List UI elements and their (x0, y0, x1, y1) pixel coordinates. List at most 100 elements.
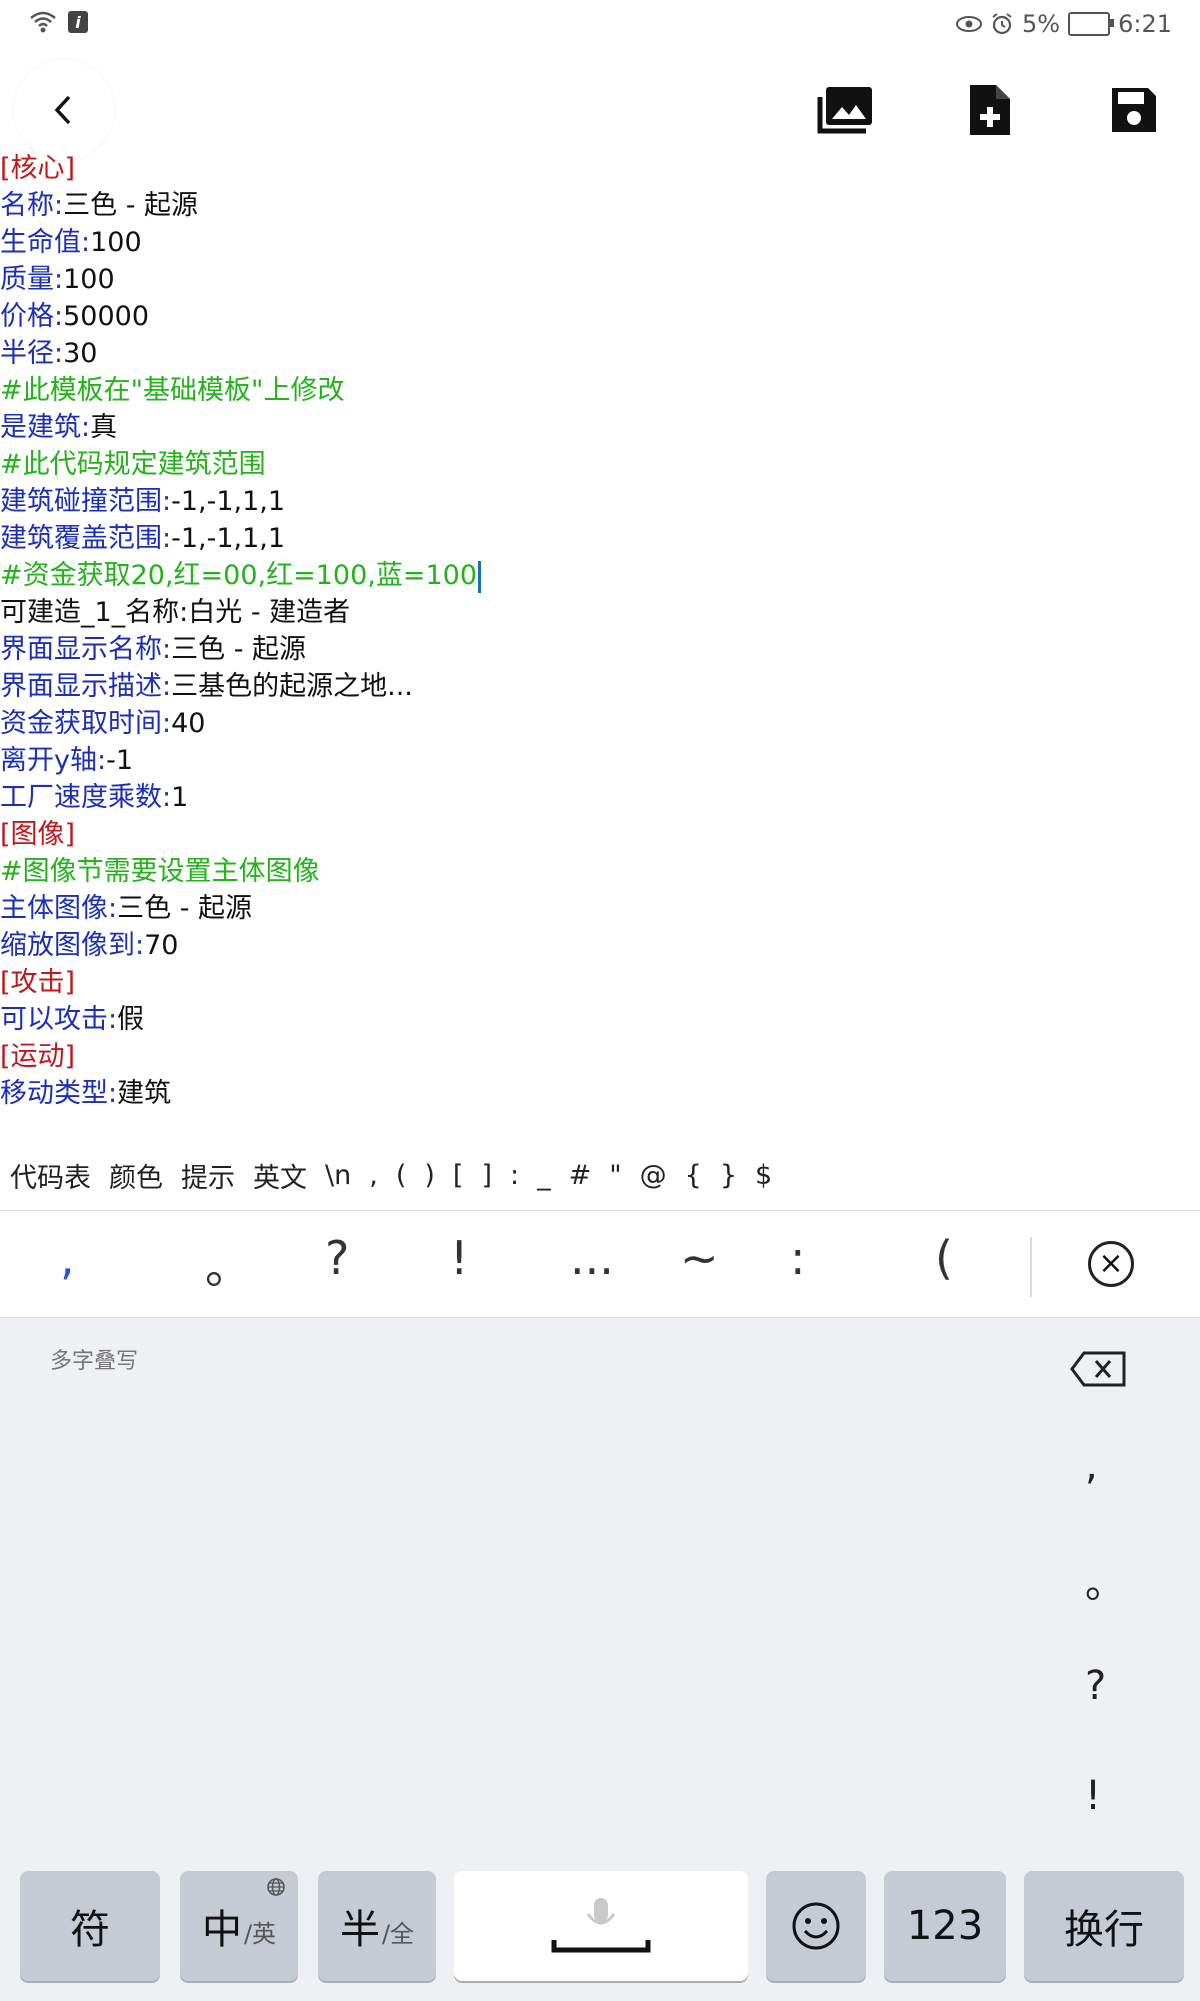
code-value: 50000 (63, 301, 150, 332)
code-line[interactable]: 资金获取时间:40 (0, 705, 1200, 742)
symbol-shortcut[interactable]: , (369, 1160, 378, 1191)
code-line[interactable]: [核心] (0, 150, 1200, 187)
gallery-button[interactable] (796, 60, 896, 160)
punctuation-key[interactable]: ! (1085, 1773, 1101, 1819)
symbol-key[interactable]: 符 (20, 1871, 160, 1981)
backspace-icon[interactable] (1070, 1351, 1128, 1387)
code-separator: : (162, 671, 172, 702)
symbol-shortcut[interactable]: # (569, 1160, 592, 1191)
code-line[interactable]: 离开y轴:-1 (0, 742, 1200, 779)
code-line[interactable]: 缩放图像到:70 (0, 927, 1200, 964)
code-separator: : (54, 264, 64, 295)
candidate-item[interactable]: ... (570, 1231, 614, 1285)
symbol-shortcut[interactable]: 提示 (181, 1156, 235, 1195)
code-line[interactable]: 名称:三色 - 起源 (0, 187, 1200, 224)
candidate-item[interactable]: ~ (680, 1231, 719, 1285)
new-file-button[interactable] (940, 60, 1040, 160)
code-line[interactable]: 是建筑:真 (0, 409, 1200, 446)
candidate-item[interactable]: 。 (205, 1231, 251, 1297)
symbol-shortcut[interactable]: { (685, 1160, 702, 1191)
symbol-shortcut[interactable]: $ (755, 1160, 772, 1191)
code-line[interactable]: [图像] (0, 816, 1200, 853)
code-key: 质量 (0, 264, 54, 295)
code-line[interactable]: 质量:100 (0, 261, 1200, 298)
punctuation-key[interactable]: , (1085, 1443, 1098, 1489)
code-line[interactable]: #此模板在"基础模板"上修改 (0, 372, 1200, 409)
code-value: -1 (106, 745, 134, 776)
code-line[interactable]: 主体图像:三色 - 起源 (0, 890, 1200, 927)
lang-key-sub: /英 (243, 1919, 277, 1948)
close-candidates-icon[interactable]: × (1088, 1241, 1134, 1287)
symbol-shortcut[interactable]: _ (537, 1160, 551, 1191)
code-key: 工厂速度乘数 (0, 782, 162, 813)
code-line[interactable]: 可建造_1_名称:白光 - 建造者 (0, 594, 1200, 631)
half-full-width-key[interactable]: 半/全 (318, 1871, 436, 1981)
code-line[interactable]: 可以攻击:假 (0, 1001, 1200, 1038)
status-bar: i 5% 6:21 (0, 0, 1200, 48)
battery-percent: 5% (1022, 10, 1061, 38)
code-line[interactable]: 价格:50000 (0, 298, 1200, 335)
globe-icon (267, 1878, 285, 1896)
code-key: 可以攻击 (0, 1004, 108, 1035)
symbol-shortcut[interactable]: @ (640, 1160, 667, 1191)
emoji-key[interactable] (766, 1871, 866, 1981)
code-line[interactable]: 半径:30 (0, 335, 1200, 372)
code-line[interactable]: #图像节需要设置主体图像 (0, 853, 1200, 890)
save-button[interactable] (1084, 60, 1184, 160)
code-section-header: [核心] (0, 153, 76, 184)
code-value: 建筑 (117, 1078, 172, 1109)
symbol-shortcut[interactable]: 英文 (253, 1156, 307, 1195)
code-value: 三色 - 起源 (63, 190, 199, 221)
numeric-key[interactable]: 123 (884, 1871, 1006, 1981)
toolbar (0, 58, 1200, 148)
symbol-shortcut[interactable]: : (510, 1160, 519, 1191)
code-line[interactable]: 移动类型:建筑 (0, 1075, 1200, 1112)
code-line[interactable]: 工厂速度乘数:1 (0, 779, 1200, 816)
punctuation-key[interactable]: 。 (1085, 1551, 1125, 1609)
battery-icon (1068, 12, 1115, 36)
new-file-icon (970, 85, 1010, 135)
code-separator: : (81, 227, 91, 258)
symbol-shortcut[interactable]: " (609, 1160, 621, 1191)
symbol-shortcut[interactable]: ] (481, 1160, 492, 1191)
code-line[interactable]: 界面显示名称:三色 - 起源 (0, 631, 1200, 668)
code-line[interactable]: [运动] (0, 1038, 1200, 1075)
symbol-shortcut[interactable]: ) (424, 1160, 435, 1191)
code-line[interactable]: #资金获取20,红=00,红=100,蓝=100 (0, 557, 1200, 594)
symbol-shortcut[interactable]: } (720, 1160, 737, 1191)
code-separator: : (54, 190, 64, 221)
candidate-item[interactable]: : (790, 1231, 806, 1285)
symbol-shortcut[interactable]: 代码表 (10, 1156, 91, 1195)
code-section-header: [图像] (0, 819, 76, 850)
code-line[interactable]: [攻击] (0, 964, 1200, 1001)
lang-switch-key[interactable]: 中/英 (180, 1871, 298, 1981)
symbol-shortcut[interactable]: 颜色 (109, 1156, 163, 1195)
candidate-item[interactable]: ( (935, 1231, 953, 1285)
code-key: 主体图像 (0, 893, 108, 924)
symbol-shortcut[interactable]: \n (325, 1160, 351, 1191)
candidate-item[interactable]: ! (450, 1231, 468, 1285)
code-value: 30 (63, 338, 98, 369)
chevron-left-icon (54, 95, 71, 125)
code-separator: : (54, 338, 64, 369)
code-line[interactable]: #此代码规定建筑范围 (0, 446, 1200, 483)
code-line[interactable]: 界面显示描述:三基色的起源之地... (0, 668, 1200, 705)
code-comment: #此代码规定建筑范围 (0, 449, 266, 480)
code-editor[interactable]: [核心] 名称:三色 - 起源 生命值:100 质量:100 价格:50000 半径:30… (0, 150, 1200, 1110)
code-key: 移动类型 (0, 1078, 108, 1109)
code-value: -1,-1,1,1 (171, 523, 286, 554)
code-key: 半径 (0, 338, 54, 369)
code-line[interactable]: 生命值:100 (0, 224, 1200, 261)
code-line[interactable]: 建筑覆盖范围:-1,-1,1,1 (0, 520, 1200, 557)
code-line[interactable]: 建筑碰撞范围:-1,-1,1,1 (0, 483, 1200, 520)
enter-key[interactable]: 换行 (1024, 1871, 1184, 1981)
code-separator: : (108, 1078, 118, 1109)
symbol-shortcut[interactable]: ( (396, 1160, 407, 1191)
candidate-item[interactable]: , (60, 1231, 75, 1285)
symbol-shortcut[interactable]: [ (453, 1160, 464, 1191)
back-button[interactable] (14, 60, 114, 160)
candidate-item[interactable]: ? (325, 1231, 349, 1285)
punctuation-key[interactable]: ? (1085, 1663, 1106, 1709)
code-separator: : (108, 1004, 118, 1035)
space-key[interactable] (454, 1871, 748, 1981)
